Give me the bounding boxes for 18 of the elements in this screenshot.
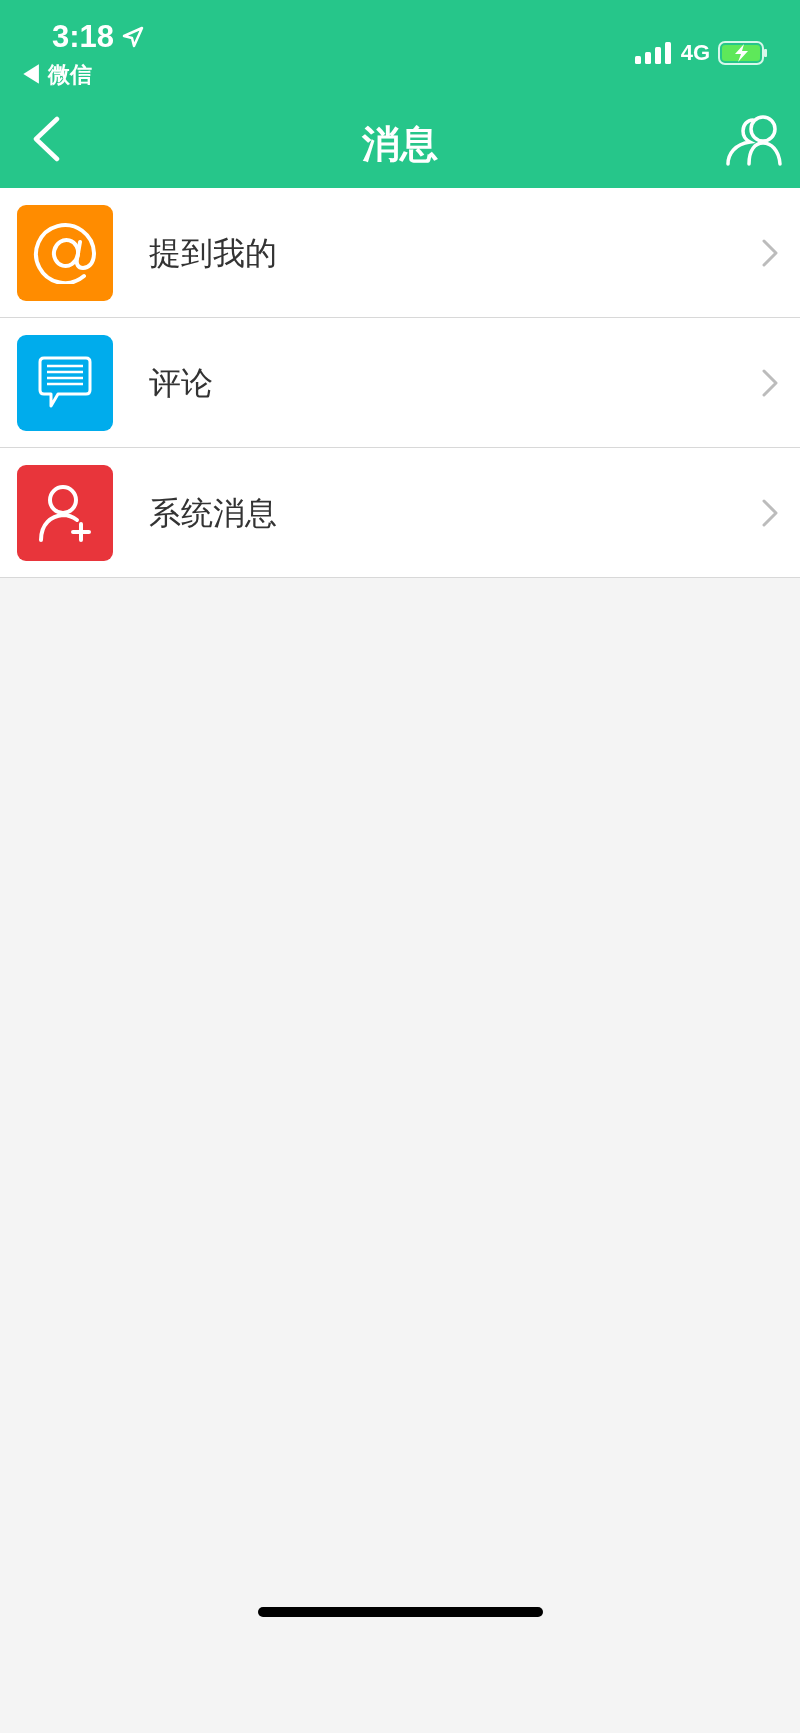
menu-label: 系统消息 [149, 493, 278, 533]
page-title: 消息 [361, 122, 439, 167]
chevron-right-icon [762, 368, 778, 397]
chat-bubble-icon [38, 355, 92, 410]
two-people-icon [725, 114, 783, 166]
menu-label: 评论 [149, 363, 214, 403]
menu-label: 提到我的 [149, 233, 278, 273]
signal-icon [634, 41, 673, 64]
battery-charging-icon [718, 40, 768, 65]
chevron-right-icon [762, 238, 778, 267]
chevron-right-icon [762, 498, 778, 527]
at-sign-icon [32, 221, 98, 284]
network-type: 4G [680, 39, 710, 67]
status-time: 3:18 [52, 18, 115, 56]
contacts-button[interactable] [724, 112, 784, 168]
location-arrow-icon [122, 26, 145, 49]
add-user-icon [37, 483, 93, 542]
back-chevron-icon [32, 116, 60, 162]
